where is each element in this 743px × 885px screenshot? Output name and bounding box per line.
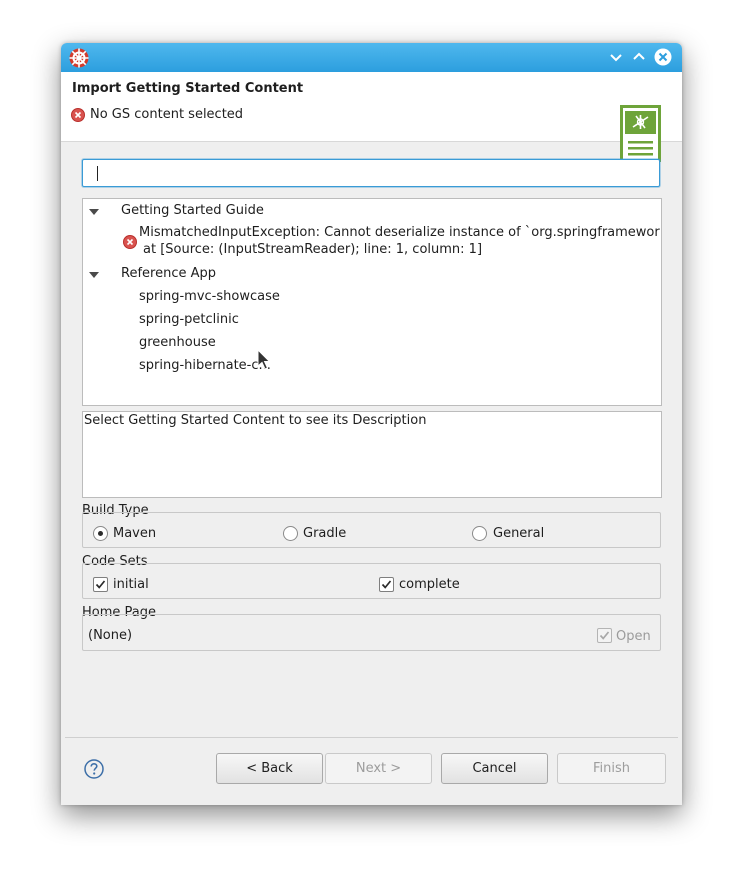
home-page-group: (None) Open (82, 614, 661, 651)
status-message: No GS content selected (90, 107, 244, 122)
description-text: Select Getting Started Content to see it… (84, 413, 427, 428)
next-button: Next > (325, 753, 432, 784)
tree-group-label: Getting Started Guide (121, 203, 264, 218)
chevron-down-icon[interactable] (607, 48, 625, 66)
import-dialog: Import Getting Started Content No GS con… (61, 43, 682, 805)
close-icon[interactable] (654, 48, 672, 66)
radio-maven[interactable] (93, 526, 108, 541)
error-line-1: MismatchedInputException: Cannot deseria… (139, 225, 660, 240)
description-panel: Select Getting Started Content to see it… (82, 411, 662, 498)
checkbox-open (597, 628, 612, 643)
tree-item-greenhouse[interactable]: greenhouse (83, 333, 661, 353)
radio-gradle[interactable] (283, 526, 298, 541)
back-button[interactable]: < Back (216, 753, 323, 784)
code-sets-group: initial complete (82, 563, 661, 599)
wizard-banner-icon (620, 105, 661, 162)
build-type-group: Maven Gradle General (82, 512, 661, 548)
dialog-title: Import Getting Started Content (72, 81, 304, 96)
tree-item-label: spring-petclinic (139, 312, 239, 327)
tree-group-label: Reference App (121, 266, 216, 281)
checkbox-complete[interactable] (379, 577, 394, 592)
error-icon (123, 235, 137, 249)
content-tree[interactable]: Getting Started Guide MismatchedInputExc… (82, 198, 662, 406)
tree-item-spring-petclinic[interactable]: spring-petclinic (83, 310, 661, 330)
search-input[interactable] (82, 159, 660, 187)
radio-maven-label[interactable]: Maven (113, 526, 156, 541)
button-separator (65, 737, 678, 738)
tree-item-spring-mvc-showcase[interactable]: spring-mvc-showcase (83, 287, 661, 307)
window-titlebar[interactable] (61, 43, 682, 72)
tree-group-getting-started[interactable]: Getting Started Guide (83, 201, 661, 221)
finish-button: Finish (557, 753, 666, 784)
radio-gradle-label[interactable]: Gradle (303, 526, 346, 541)
radio-general-label[interactable]: General (493, 526, 544, 541)
error-line-2: at [Source: (InputStreamReader); line: 1… (143, 242, 483, 257)
cancel-button[interactable]: Cancel (441, 753, 548, 784)
text-caret (97, 166, 98, 181)
checkbox-initial-label[interactable]: initial (113, 577, 149, 592)
tree-item-spring-hibernate[interactable]: spring-hibernate-c... (83, 356, 661, 376)
home-page-value: (None) (88, 628, 133, 643)
tree-group-reference-app[interactable]: Reference App (83, 264, 661, 284)
tree-item-label: spring-hibernate-c... (139, 358, 271, 373)
checkbox-open-label: Open (616, 629, 651, 644)
checkbox-initial[interactable] (93, 577, 108, 592)
tree-item-label: spring-mvc-showcase (139, 289, 280, 304)
error-icon (71, 108, 85, 122)
app-logo-icon (69, 48, 89, 68)
help-icon[interactable] (84, 759, 104, 779)
radio-general[interactable] (472, 526, 487, 541)
tree-item-label: greenhouse (139, 335, 216, 350)
checkbox-complete-label[interactable]: complete (399, 577, 460, 592)
expand-arrow-icon[interactable] (89, 209, 99, 215)
expand-arrow-icon[interactable] (89, 272, 99, 278)
tree-item-error[interactable]: MismatchedInputException: Cannot deseria… (83, 225, 661, 261)
dialog-header: Import Getting Started Content No GS con… (61, 72, 682, 162)
mouse-cursor-icon (257, 349, 271, 370)
chevron-up-icon[interactable] (630, 48, 648, 66)
